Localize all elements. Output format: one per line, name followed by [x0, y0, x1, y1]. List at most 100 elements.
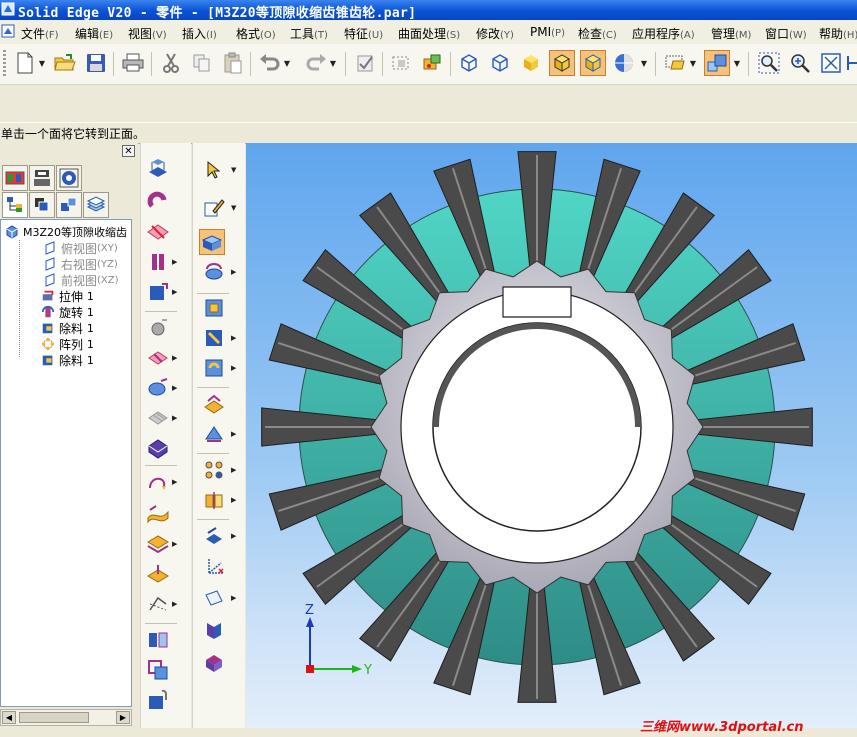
- mirror-dropdown[interactable]: ▶: [231, 487, 238, 513]
- tab-sheets[interactable]: [83, 192, 109, 218]
- attach-part-button[interactable]: [145, 687, 171, 713]
- close-panel-button[interactable]: ✕: [122, 145, 135, 157]
- part-copy-button[interactable]: [201, 649, 227, 675]
- sketch-view-dropdown[interactable]: ▼: [689, 50, 697, 76]
- mirror-copy-button[interactable]: [145, 627, 171, 653]
- chamfer-dropdown[interactable]: ▶: [172, 345, 179, 371]
- loft-tool-button[interactable]: [145, 501, 171, 527]
- menu-format[interactable]: 格式(O): [236, 25, 276, 42]
- slot-dropdown[interactable]: ▶: [231, 355, 238, 381]
- ref-plane-dropdown[interactable]: ▶: [231, 585, 238, 611]
- coord-system-button[interactable]: [201, 617, 227, 643]
- print-button[interactable]: [120, 50, 146, 76]
- zoom-area-button[interactable]: [419, 50, 445, 76]
- rib-dropdown[interactable]: ▶: [172, 405, 179, 431]
- tab-part-properties[interactable]: [56, 192, 82, 218]
- revolve-dropdown[interactable]: ▶: [172, 249, 179, 275]
- menu-file[interactable]: 文件(F): [21, 25, 59, 42]
- draft-tool-button[interactable]: [145, 375, 171, 401]
- menu-insert[interactable]: 插入(I): [182, 25, 217, 42]
- view-styles-dropdown[interactable]: ▼: [640, 50, 648, 76]
- pattern-dropdown[interactable]: ▶: [231, 457, 238, 483]
- tree-item-cutout-2[interactable]: 除料 1: [41, 352, 94, 368]
- view-styles-button[interactable]: [611, 50, 637, 76]
- select-button[interactable]: [201, 157, 227, 183]
- ref-axis-button[interactable]: [201, 553, 227, 579]
- plane-dropdown[interactable]: ▶: [231, 523, 238, 549]
- toolbar-grip[interactable]: [3, 50, 6, 78]
- hole-button[interactable]: [201, 295, 227, 321]
- revolve-tool-button[interactable]: [145, 187, 171, 213]
- select-dropdown[interactable]: ▼: [231, 157, 238, 183]
- fit-button[interactable]: [818, 50, 844, 76]
- open-button[interactable]: [52, 50, 78, 76]
- cut-button[interactable]: [158, 50, 184, 76]
- sketch-dropdown[interactable]: ▼: [231, 195, 238, 221]
- tree-item-front-plane[interactable]: 前视图 (XZ): [43, 272, 119, 288]
- revolved-cutout-tool-button[interactable]: [145, 249, 171, 275]
- named-views-button[interactable]: [704, 50, 730, 76]
- copy-button[interactable]: [189, 50, 215, 76]
- undo-dropdown[interactable]: ▼: [283, 50, 291, 76]
- redo-button[interactable]: [303, 50, 329, 76]
- chamfer-tool-button[interactable]: [145, 345, 171, 371]
- paste-button[interactable]: [220, 50, 246, 76]
- cutout-tool-button[interactable]: [145, 219, 171, 245]
- menu-manage[interactable]: 管理(M): [711, 25, 751, 42]
- tree-item-top-plane[interactable]: 俯视图 (XY): [43, 240, 118, 256]
- graphics-viewport[interactable]: Z Y: [246, 143, 857, 728]
- select-tool-button[interactable]: [388, 50, 414, 76]
- new-button[interactable]: [12, 50, 38, 76]
- new-dropdown[interactable]: ▼: [38, 50, 46, 76]
- draft-dropdown[interactable]: ▶: [172, 375, 179, 401]
- tree-item-right-plane[interactable]: 右视图 (YZ): [43, 256, 118, 272]
- pattern-copy-button[interactable]: [145, 657, 171, 683]
- revolve-protrusion-button[interactable]: [201, 259, 227, 285]
- tree-horizontal-scrollbar[interactable]: ◀ ▶: [0, 709, 132, 726]
- sketch-tool-button[interactable]: [201, 195, 227, 221]
- tab-feature-library[interactable]: [2, 165, 28, 191]
- hole-dropdown[interactable]: ▶: [172, 279, 179, 305]
- shaded-button[interactable]: [518, 50, 544, 76]
- normal-protrusion-button[interactable]: [145, 561, 171, 587]
- sweep-dropdown[interactable]: ▶: [172, 469, 179, 495]
- menu-surfacing[interactable]: 曲面处理(S): [398, 25, 460, 42]
- extrude-tool-button[interactable]: [145, 155, 171, 181]
- ref-plane-button[interactable]: [201, 585, 227, 611]
- tree-item-extrude[interactable]: 拉伸 1: [41, 288, 94, 304]
- thread-button[interactable]: [201, 325, 227, 351]
- scroll-thumb[interactable]: [19, 712, 89, 723]
- shaded-hidden-button[interactable]: [580, 50, 606, 76]
- plane-button[interactable]: [201, 523, 227, 549]
- rib-tool-button[interactable]: [145, 405, 171, 431]
- menu-tools[interactable]: 工具(T): [290, 25, 328, 42]
- menu-pmi[interactable]: PMI(P): [530, 25, 565, 39]
- save-button[interactable]: [83, 50, 109, 76]
- hole-tool-button[interactable]: [145, 279, 171, 305]
- thin-wall-tool-button[interactable]: [145, 435, 171, 461]
- redo-dropdown[interactable]: ▼: [329, 50, 337, 76]
- menu-features[interactable]: 特征(U): [344, 25, 383, 42]
- edit-profile-button[interactable]: [352, 50, 378, 76]
- scroll-left-button[interactable]: ◀: [2, 711, 16, 724]
- tree-item-revolve[interactable]: 旋转 1: [41, 304, 94, 320]
- tab-family-of-parts[interactable]: [29, 165, 55, 191]
- split-dropdown[interactable]: ▶: [172, 591, 179, 617]
- document-icon[interactable]: [1, 24, 15, 38]
- visible-edges-button[interactable]: [487, 50, 513, 76]
- mirror-button[interactable]: [201, 487, 227, 513]
- lip-dropdown[interactable]: ▶: [231, 421, 238, 447]
- menu-help[interactable]: 帮助(H): [819, 25, 857, 42]
- tree-item-cutout-1[interactable]: 除料 1: [41, 320, 94, 336]
- pan-button[interactable]: [846, 50, 857, 76]
- menu-view[interactable]: 视图(V): [128, 25, 167, 42]
- tree-root-part[interactable]: M3Z20等顶隙收缩齿: [5, 224, 127, 240]
- menu-inspect[interactable]: 检查(C): [578, 25, 617, 42]
- scroll-right-button[interactable]: ▶: [116, 711, 130, 724]
- helix-tool-button[interactable]: [145, 531, 171, 557]
- lip-button[interactable]: [201, 421, 227, 447]
- tab-feature-pathfinder[interactable]: [2, 192, 28, 218]
- split-tool-button[interactable]: [145, 591, 171, 617]
- thread-dropdown[interactable]: ▶: [231, 325, 238, 351]
- tree-item-pattern[interactable]: 阵列 1: [41, 336, 94, 352]
